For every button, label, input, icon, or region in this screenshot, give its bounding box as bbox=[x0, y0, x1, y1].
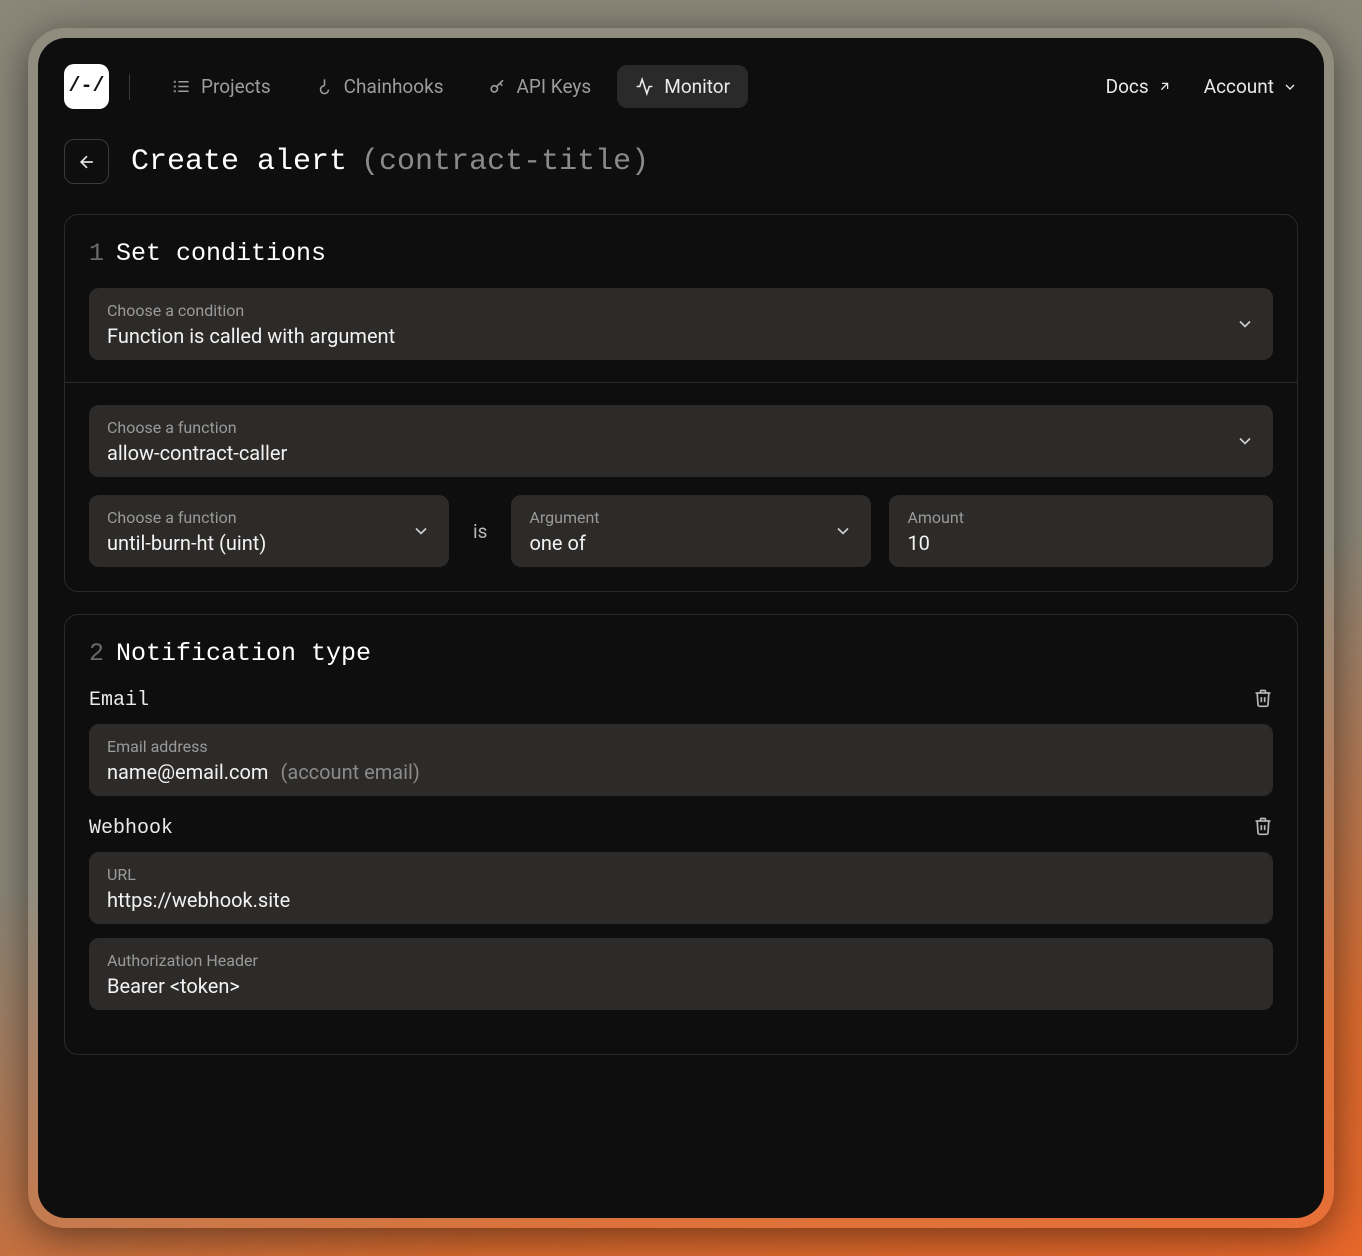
field-value: allow-contract-caller bbox=[107, 441, 1255, 465]
email-heading: Email bbox=[89, 689, 149, 712]
email-hint: (account email) bbox=[280, 760, 419, 784]
external-link-icon bbox=[1157, 79, 1172, 94]
param-select[interactable]: Choose a function until-burn-ht (uint) bbox=[89, 495, 449, 567]
field-value: https://webhook.site bbox=[107, 888, 1255, 912]
field-label: Amount bbox=[907, 508, 1255, 527]
page-header: Create alert (contract-title) bbox=[64, 139, 1298, 184]
delete-webhook-button[interactable] bbox=[1253, 816, 1273, 840]
argument-row: Choose a function until-burn-ht (uint) i… bbox=[89, 495, 1273, 567]
nav-api-keys[interactable]: API Keys bbox=[470, 65, 610, 108]
nav-label: Chainhooks bbox=[344, 75, 444, 98]
field-value: until-burn-ht (uint) bbox=[107, 531, 431, 555]
account-label: Account bbox=[1204, 75, 1274, 98]
nav-right: Docs Account bbox=[1106, 75, 1298, 98]
app-window: /-/ Projects Chainhooks API Keys bbox=[38, 38, 1324, 1218]
back-button[interactable] bbox=[64, 139, 109, 184]
notification-card: 2 Notification type Email Email address … bbox=[64, 614, 1298, 1055]
field-label: Authorization Header bbox=[107, 951, 1255, 970]
hook-icon bbox=[315, 77, 334, 96]
email-address-input[interactable]: Email address name@email.com (account em… bbox=[89, 724, 1273, 796]
chevron-down-icon bbox=[411, 521, 431, 541]
title-subtitle: (contract-title) bbox=[361, 145, 649, 179]
field-label: Email address bbox=[107, 737, 1255, 756]
nav-label: Monitor bbox=[664, 75, 730, 98]
notification-title: 2 Notification type bbox=[89, 639, 1273, 668]
docs-label: Docs bbox=[1106, 75, 1149, 98]
condition-select[interactable]: Choose a condition Function is called wi… bbox=[89, 288, 1273, 360]
is-label: is bbox=[467, 520, 493, 543]
webhook-header: Webhook bbox=[89, 816, 1273, 840]
chevron-down-icon bbox=[1282, 79, 1298, 95]
field-value: Bearer <token> bbox=[107, 974, 1255, 998]
field-label: Choose a condition bbox=[107, 301, 1255, 320]
activity-icon bbox=[635, 77, 654, 96]
field-label: Argument bbox=[529, 508, 853, 527]
step-number: 1 bbox=[89, 239, 104, 268]
logo[interactable]: /-/ bbox=[64, 64, 109, 109]
webhook-block: Webhook URL https://webhook.site Authori… bbox=[89, 816, 1273, 1010]
chevron-down-icon bbox=[1235, 314, 1255, 334]
trash-icon bbox=[1253, 816, 1273, 836]
docs-link[interactable]: Docs bbox=[1106, 75, 1172, 98]
step-number: 2 bbox=[89, 639, 104, 668]
chevron-down-icon bbox=[833, 521, 853, 541]
account-menu[interactable]: Account bbox=[1204, 75, 1298, 98]
nav-projects[interactable]: Projects bbox=[154, 65, 289, 108]
amount-input[interactable]: Amount 10 bbox=[889, 495, 1273, 567]
argument-select[interactable]: Argument one of bbox=[511, 495, 871, 567]
field-value: name@email.com (account email) bbox=[107, 760, 1255, 784]
arrow-left-icon bbox=[77, 152, 97, 172]
nav-label: API Keys bbox=[517, 75, 592, 98]
function-select[interactable]: Choose a function allow-contract-caller bbox=[89, 405, 1273, 477]
list-icon bbox=[172, 77, 191, 96]
top-nav: /-/ Projects Chainhooks API Keys bbox=[64, 64, 1298, 109]
nav-chainhooks[interactable]: Chainhooks bbox=[297, 65, 462, 108]
webhook-heading: Webhook bbox=[89, 817, 173, 840]
email-header: Email bbox=[89, 688, 1273, 712]
field-value: one of bbox=[529, 531, 853, 555]
webhook-url-input[interactable]: URL https://webhook.site bbox=[89, 852, 1273, 924]
divider bbox=[65, 382, 1297, 383]
page-title: Create alert (contract-title) bbox=[131, 145, 649, 179]
nav-monitor[interactable]: Monitor bbox=[617, 65, 748, 108]
step-label: Set conditions bbox=[116, 239, 326, 268]
nav-items: Projects Chainhooks API Keys Monitor bbox=[154, 65, 748, 108]
chevron-down-icon bbox=[1235, 431, 1255, 451]
webhook-auth-input[interactable]: Authorization Header Bearer <token> bbox=[89, 938, 1273, 1010]
field-value: Function is called with argument bbox=[107, 324, 1255, 348]
nav-label: Projects bbox=[201, 75, 271, 98]
trash-icon bbox=[1253, 688, 1273, 708]
title-main: Create alert bbox=[131, 145, 347, 179]
field-label: URL bbox=[107, 865, 1255, 884]
step-label: Notification type bbox=[116, 639, 371, 668]
field-label: Choose a function bbox=[107, 508, 431, 527]
conditions-title: 1 Set conditions bbox=[89, 239, 1273, 268]
email-value: name@email.com bbox=[107, 760, 268, 784]
email-block: Email Email address name@email.com (acco… bbox=[89, 688, 1273, 796]
key-icon bbox=[488, 77, 507, 96]
delete-email-button[interactable] bbox=[1253, 688, 1273, 712]
conditions-card: 1 Set conditions Choose a condition Func… bbox=[64, 214, 1298, 592]
nav-separator bbox=[129, 74, 130, 100]
field-value: 10 bbox=[907, 531, 1255, 555]
field-label: Choose a function bbox=[107, 418, 1255, 437]
